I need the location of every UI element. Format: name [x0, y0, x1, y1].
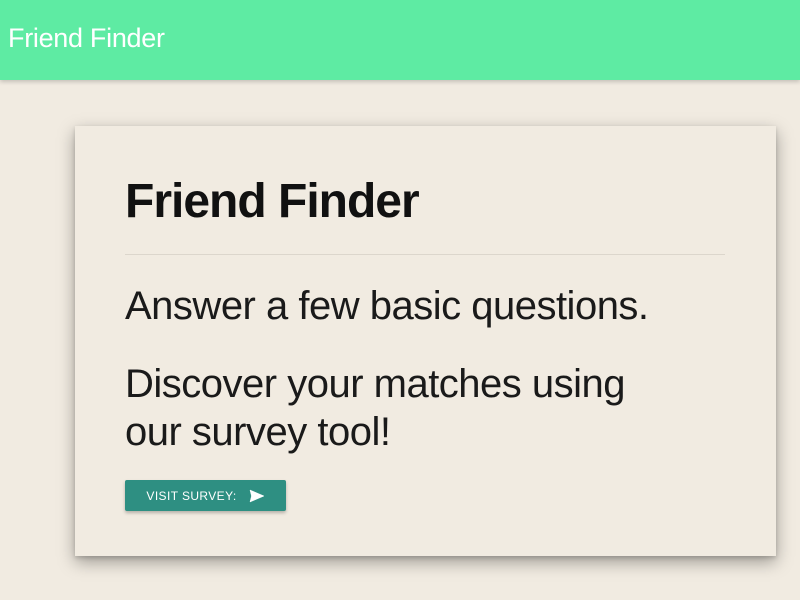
lead-text-discover: Discover your matches using our survey t…: [125, 362, 626, 454]
navbar-brand[interactable]: Friend Finder: [8, 20, 165, 56]
card-divider: [125, 254, 725, 255]
send-icon: [249, 489, 265, 503]
card-title: Friend Finder: [125, 175, 420, 228]
top-navbar: Friend Finder: [0, 0, 800, 80]
lead-text-questions: Answer a few basic questions.: [125, 284, 649, 328]
hero-card: Friend Finder Answer a few basic questio…: [75, 126, 776, 556]
visit-survey-button[interactable]: VISIT SURVEY:: [125, 480, 286, 511]
visit-survey-label: VISIT SURVEY:: [146, 488, 237, 503]
